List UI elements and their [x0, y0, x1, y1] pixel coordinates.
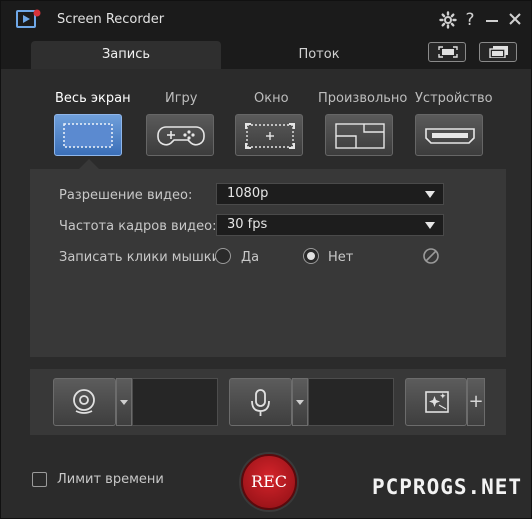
close-icon[interactable] [504, 9, 526, 31]
resolution-value: 1080p [227, 186, 269, 201]
fullscreen-view-icon [438, 46, 458, 58]
effects-sparkle-icon [425, 391, 449, 413]
window-mode-icon [245, 123, 295, 149]
mode-custom-button[interactable] [325, 114, 393, 156]
time-limit-label: Лимит времени [57, 472, 164, 487]
webcam-button[interactable] [53, 378, 116, 426]
microphone-dropdown[interactable] [292, 378, 308, 426]
webcam-preview [132, 378, 218, 426]
hdmi-device-icon [425, 128, 475, 144]
webcam-icon [73, 389, 95, 414]
resolution-label: Разрешение видео: [59, 188, 193, 203]
compact-view-icon [489, 46, 508, 58]
disabled-icon [423, 248, 439, 264]
gamepad-icon [157, 126, 205, 146]
title-bar: Screen Recorder ? [1, 1, 531, 39]
minimize-icon[interactable] [481, 9, 503, 31]
record-button[interactable]: REC [241, 454, 297, 510]
time-limit-checkbox[interactable] [32, 472, 47, 487]
custom-region-icon [335, 123, 385, 149]
mode-game-button[interactable] [146, 114, 214, 156]
app-logo-icon [16, 9, 41, 28]
microphone-button[interactable] [229, 378, 292, 426]
help-button[interactable]: ? [459, 9, 481, 31]
microphone-level [308, 378, 394, 426]
add-effect-button[interactable]: + [467, 378, 485, 426]
selection-pointer [79, 159, 99, 169]
mode-label-fullscreen: Весь экран [55, 91, 131, 106]
compact-view-button[interactable] [479, 42, 517, 62]
chevron-down-icon [425, 222, 435, 229]
mouse-clicks-yes-radio[interactable] [215, 248, 231, 264]
mode-window-button[interactable] [235, 114, 303, 156]
framerate-select[interactable]: 30 fps [216, 214, 444, 236]
mode-label-window: Окно [254, 91, 289, 106]
mode-label-game: Игру [165, 91, 198, 106]
fullscreen-mode-icon [63, 123, 113, 148]
mouse-clicks-no-radio[interactable] [303, 248, 319, 264]
webcam-dropdown[interactable] [116, 378, 132, 426]
mode-fullscreen-button[interactable] [54, 114, 122, 156]
tab-bar: Запись Поток [1, 39, 531, 69]
mode-label-custom: Произвольно [318, 91, 408, 106]
tab-record[interactable]: Запись [31, 41, 221, 69]
microphone-icon [251, 389, 270, 416]
chevron-down-icon [425, 191, 435, 198]
mode-label-device: Устройство [415, 91, 493, 106]
app-window: Screen Recorder ? Запись Поток Весь экра… [0, 0, 532, 519]
mouse-clicks-label: Записать клики мышки: [59, 250, 225, 265]
tab-stream[interactable]: Поток [221, 41, 417, 69]
mode-device-button[interactable] [415, 114, 483, 156]
resolution-select[interactable]: 1080p [216, 183, 444, 205]
fullscreen-view-button[interactable] [428, 42, 466, 62]
framerate-label: Частота кадров видео: [59, 219, 217, 234]
effects-button[interactable] [405, 378, 467, 426]
app-title: Screen Recorder [57, 12, 165, 27]
watermark-text: PCPROGS.NET [372, 475, 523, 499]
gear-icon[interactable] [437, 9, 459, 31]
framerate-value: 30 fps [227, 217, 268, 232]
mouse-clicks-yes-label: Да [241, 250, 260, 265]
mouse-clicks-no-label: Нет [328, 250, 354, 265]
